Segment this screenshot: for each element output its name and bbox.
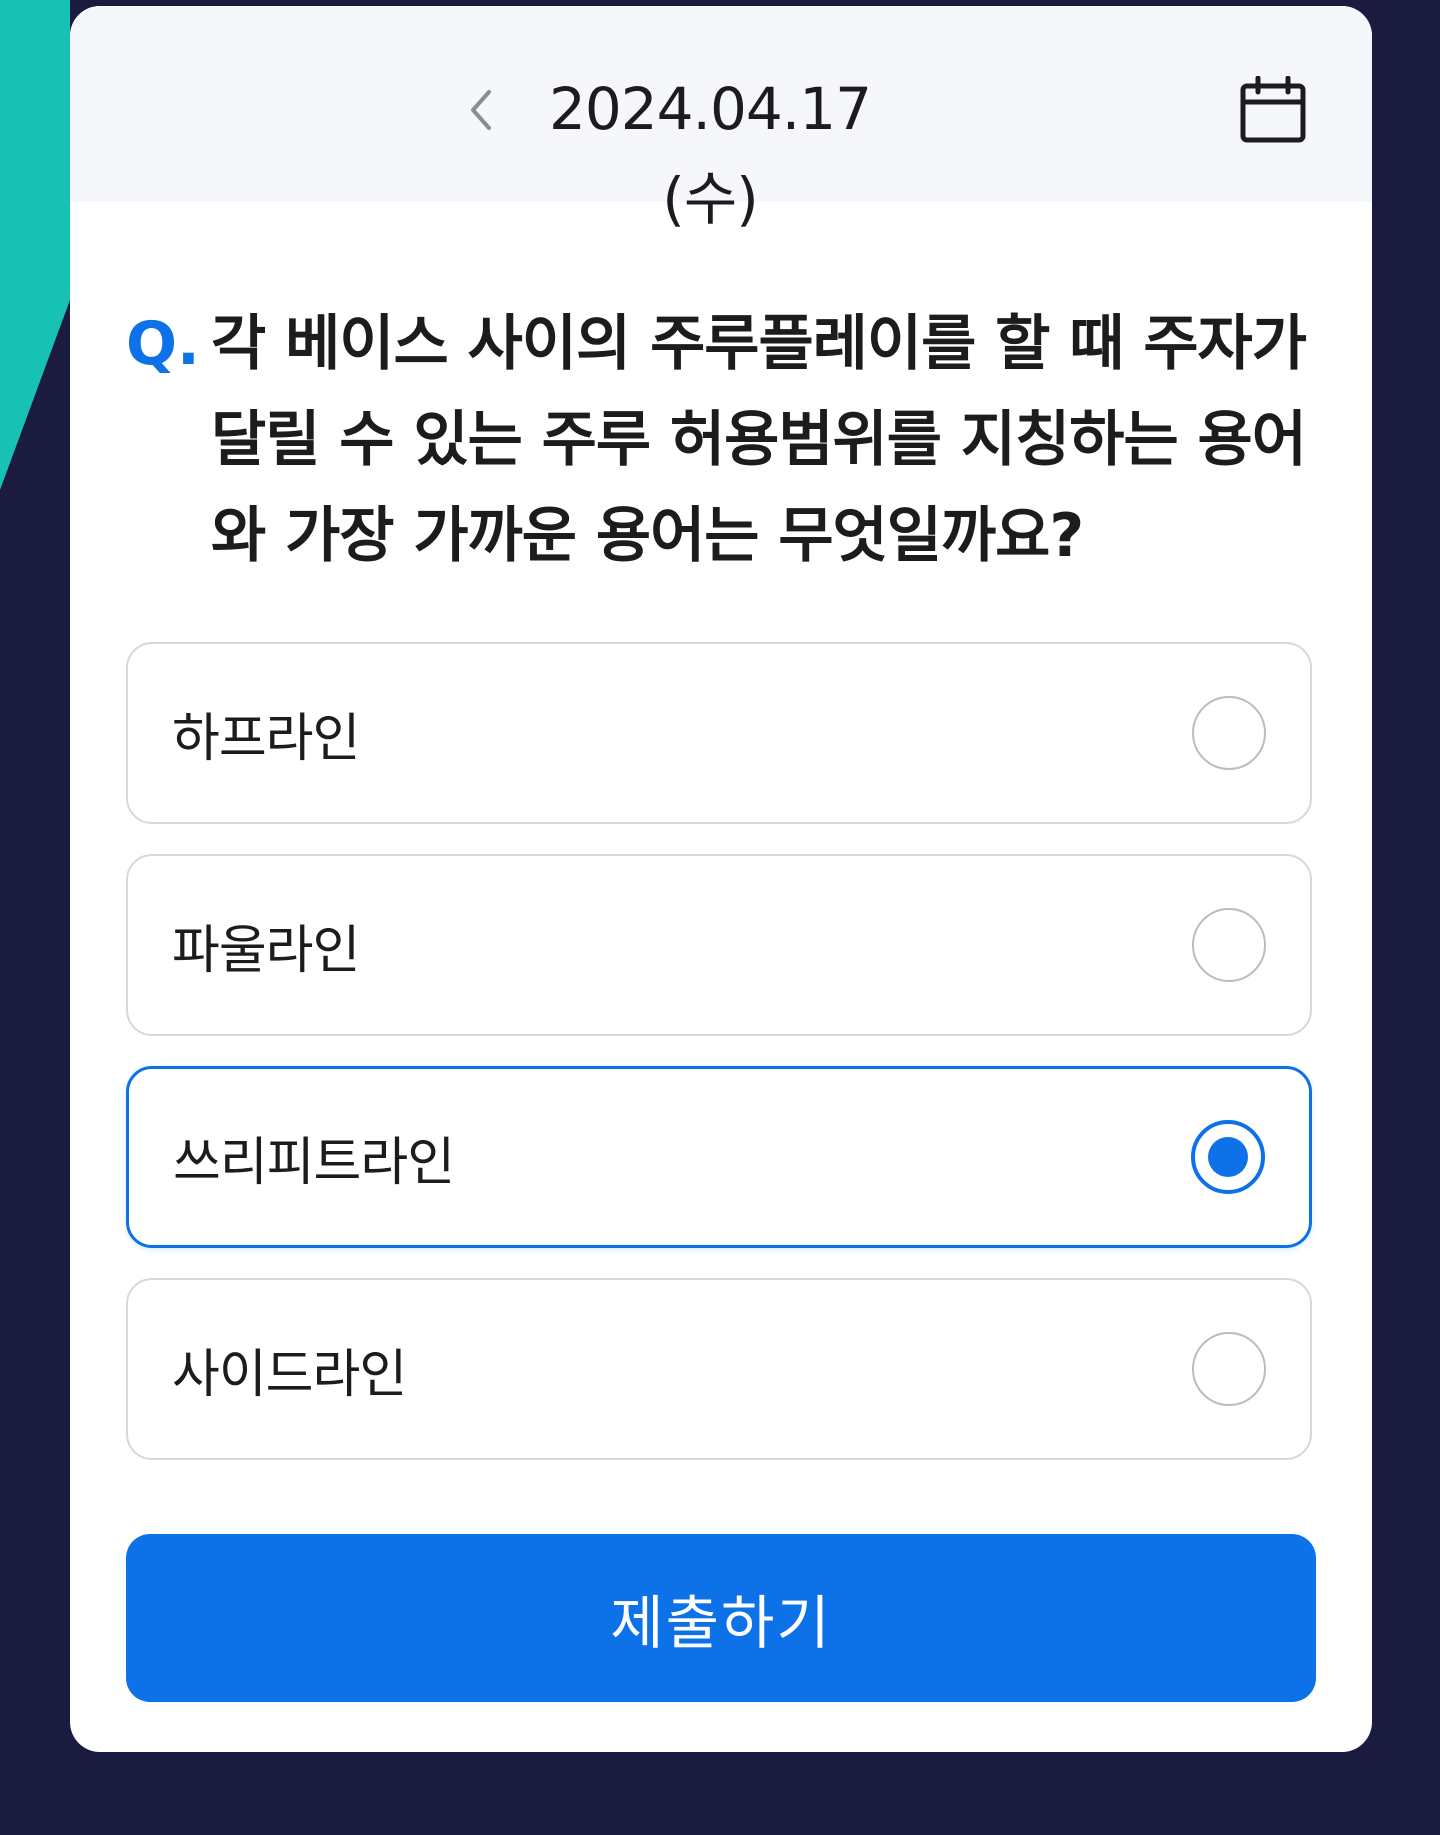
chevron-left-icon bbox=[471, 90, 491, 130]
radio-unchecked-icon[interactable] bbox=[1192, 908, 1266, 982]
calendar-icon bbox=[1240, 76, 1306, 143]
quiz-card: 2024.04.17 (수) Q. 각 베이스 사이의 주루플레이를 할 때 주… bbox=[70, 6, 1372, 1752]
option-label: 하프라인 bbox=[172, 708, 360, 769]
option-three-foot-line[interactable]: 쓰리피트라인 bbox=[126, 1066, 1312, 1248]
option-foul-line[interactable]: 파울라인 bbox=[126, 854, 1312, 1036]
radio-checked-icon[interactable] bbox=[1191, 1120, 1265, 1194]
calendar-button[interactable] bbox=[1230, 68, 1316, 152]
app-screen: 2024.04.17 (수) Q. 각 베이스 사이의 주루플레이를 할 때 주… bbox=[0, 0, 1440, 1835]
question-prefix: Q. bbox=[126, 309, 200, 379]
option-label: 사이드라인 bbox=[172, 1344, 407, 1405]
question-text: 각 베이스 사이의 주루플레이를 할 때 주자가 달릴 수 있는 주루 허용범위… bbox=[211, 309, 1307, 571]
option-half-line[interactable]: 하프라인 bbox=[126, 642, 1312, 824]
date-header: 2024.04.17 (수) bbox=[70, 6, 1372, 233]
radio-unchecked-icon[interactable] bbox=[1192, 696, 1266, 770]
option-label: 파울라인 bbox=[172, 920, 360, 981]
option-side-line[interactable]: 사이드라인 bbox=[126, 1278, 1312, 1460]
submit-button[interactable]: 제출하기 bbox=[126, 1534, 1316, 1702]
radio-unchecked-icon[interactable] bbox=[1192, 1332, 1266, 1406]
current-date: 2024.04.17 (수) bbox=[548, 75, 872, 233]
question: Q. 각 베이스 사이의 주루플레이를 할 때 주자가 달릴 수 있는 주루 허… bbox=[126, 296, 1326, 584]
answer-options: 하프라인 파울라인 쓰리피트라인 사이드라인 bbox=[126, 642, 1316, 1490]
option-label: 쓰리피트라인 bbox=[173, 1132, 455, 1193]
prev-date-button[interactable] bbox=[450, 68, 510, 152]
